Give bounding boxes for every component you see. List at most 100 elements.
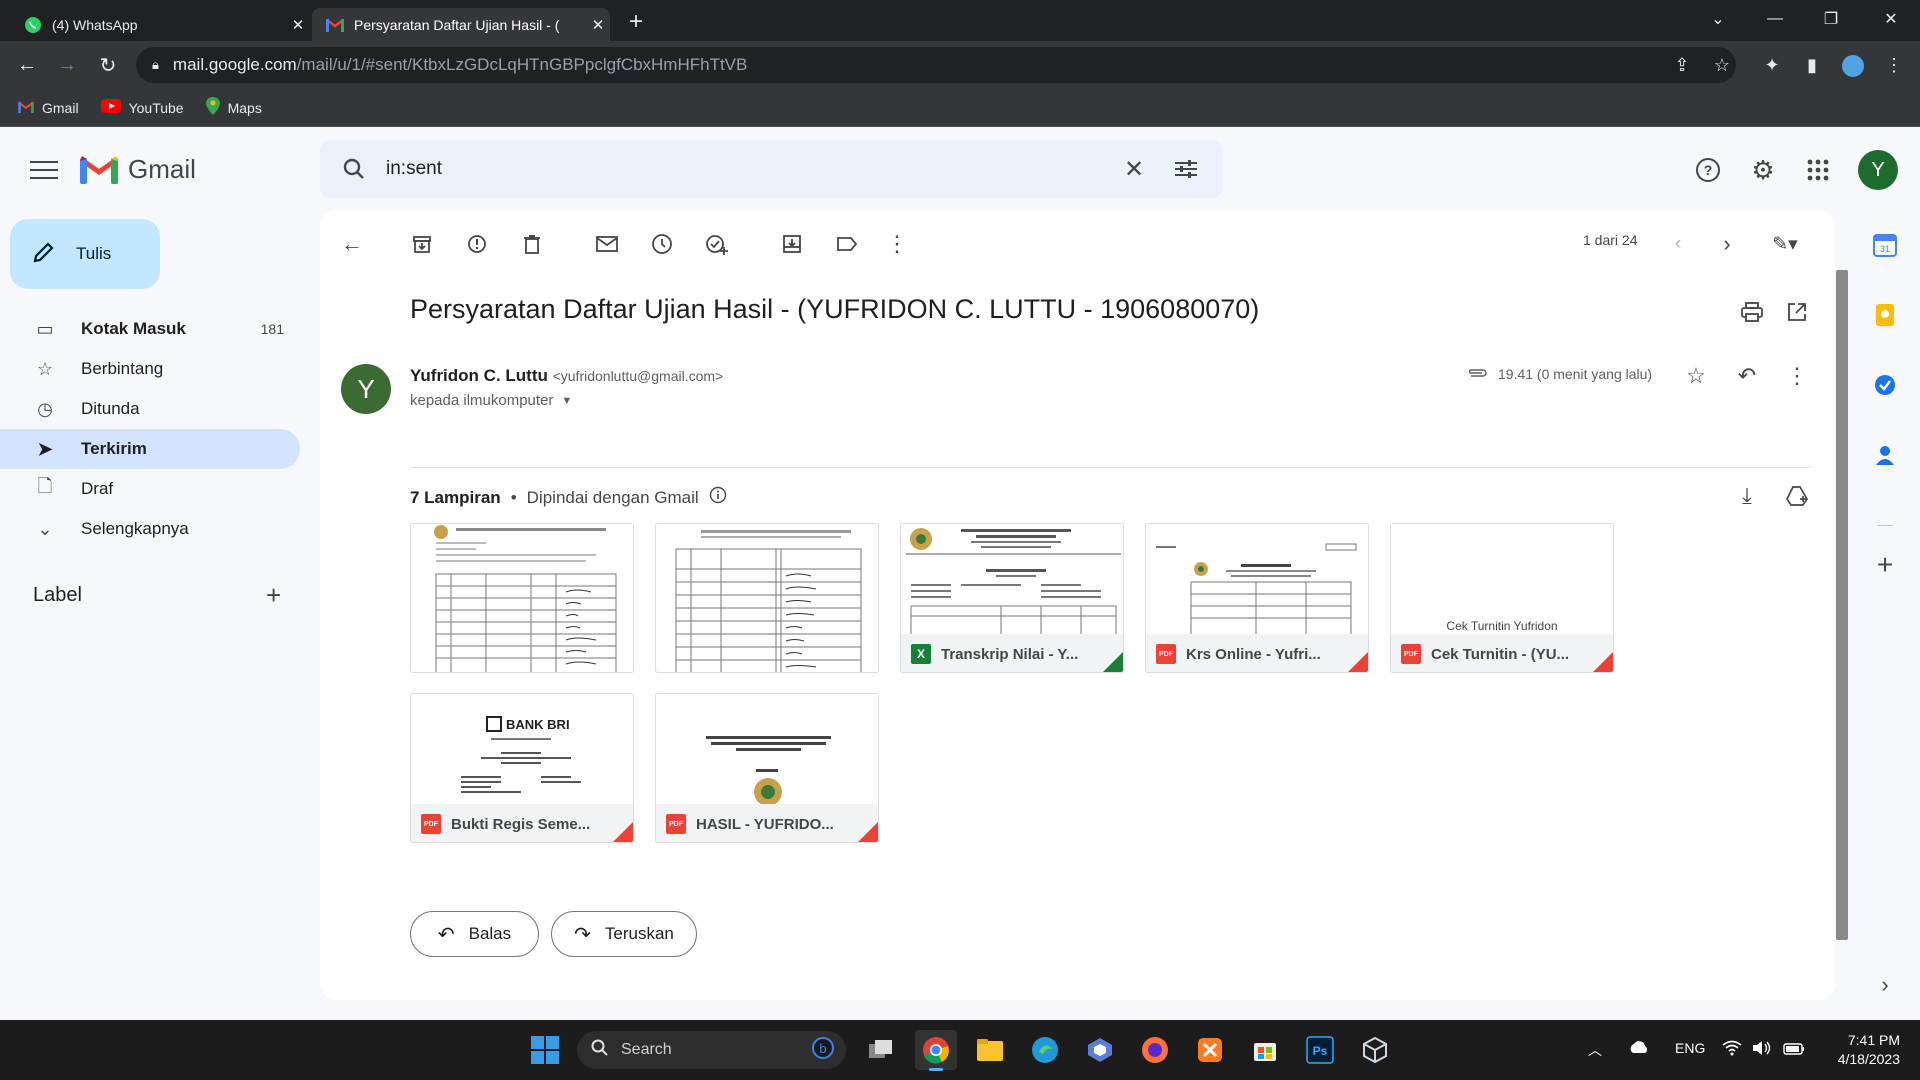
onedrive-icon[interactable] [1628, 1040, 1650, 1059]
calendar-icon[interactable]: 31 [1870, 230, 1900, 260]
tasks-icon[interactable] [1870, 370, 1900, 400]
bookmark-youtube[interactable]: YouTube [100, 99, 184, 116]
save-to-drive-icon[interactable] [1779, 478, 1815, 514]
bookmark-star-icon[interactable]: ☆ [1704, 47, 1740, 83]
mark-unread-icon[interactable] [589, 226, 625, 262]
more-actions-icon[interactable]: ⋮ [879, 226, 915, 262]
newer-chevron-icon[interactable]: ‹ [1660, 226, 1696, 262]
store-icon[interactable] [1244, 1030, 1286, 1070]
sender-name[interactable]: Yufridon C. Luttu [410, 366, 548, 385]
maximize-button[interactable]: ❐ [1808, 0, 1854, 38]
language-indicator[interactable]: ENG [1675, 1040, 1705, 1056]
task-view-icon[interactable] [860, 1030, 902, 1070]
search-input[interactable]: in:sent [386, 158, 1114, 180]
search-options-icon[interactable] [1166, 149, 1206, 189]
photoshop-icon[interactable]: Ps [1299, 1030, 1341, 1070]
older-chevron-icon[interactable]: › [1709, 226, 1745, 262]
print-icon[interactable] [1734, 294, 1770, 330]
tab-whatsapp[interactable]: (4) WhatsApp ✕ [10, 8, 310, 41]
attachment-card[interactable]: PDF Krs Online - Yufri... [1145, 523, 1369, 673]
extensions-icon[interactable]: ✦ [1754, 47, 1790, 83]
windows-start-icon[interactable] [524, 1030, 566, 1070]
firefox-icon[interactable] [1134, 1030, 1176, 1070]
compose-button[interactable]: Tulis [10, 219, 160, 289]
forward-button[interactable]: ↷ Teruskan [551, 911, 697, 957]
recipient-details-icon[interactable]: ▼ [561, 395, 572, 407]
reply-button[interactable]: ↶ Balas [410, 911, 539, 957]
file-explorer-icon[interactable] [969, 1030, 1011, 1070]
back-to-list-icon[interactable]: ← [334, 226, 370, 262]
help-icon[interactable]: ? [1688, 150, 1728, 190]
forward-button[interactable]: → [49, 47, 85, 83]
settings-gear-icon[interactable]: ⚙ [1743, 150, 1783, 190]
more-options-icon[interactable]: ⋮ [1779, 358, 1815, 394]
star-icon[interactable]: ☆ [1678, 358, 1714, 394]
minimize-button[interactable]: — [1752, 0, 1798, 38]
side-panel-icon[interactable]: ▮ [1794, 47, 1830, 83]
taskbar-search[interactable]: Search b [577, 1031, 846, 1069]
nav-snoozed[interactable]: ◷ Ditunda [0, 389, 300, 429]
reload-button[interactable]: ↻ [90, 47, 126, 83]
tab-gmail[interactable]: Persyaratan Daftar Ujian Hasil - ( ✕ [312, 8, 610, 41]
profile-icon[interactable] [1842, 55, 1864, 77]
attachment-card[interactable]: Cek Turnitin Yufridon PDF Cek Turnitin -… [1390, 523, 1614, 673]
back-button[interactable]: ← [9, 47, 45, 83]
archive-icon[interactable] [404, 226, 440, 262]
input-tools-icon[interactable]: ✎▾ [1760, 226, 1810, 262]
battery-icon[interactable] [1783, 1042, 1805, 1060]
close-tab-icon[interactable]: ✕ [586, 16, 610, 34]
close-tab-icon[interactable]: ✕ [286, 16, 310, 34]
info-icon[interactable] [709, 486, 727, 509]
nav-more[interactable]: ⌄ Selengkapnya [0, 509, 300, 549]
volume-icon[interactable] [1752, 1040, 1772, 1061]
move-to-icon[interactable] [774, 226, 810, 262]
close-window-button[interactable]: ✕ [1868, 0, 1914, 38]
reply-icon[interactable]: ↶ [1729, 358, 1765, 394]
tab-search-icon[interactable]: ⌄ [1695, 0, 1741, 38]
keep-icon[interactable] [1870, 300, 1900, 330]
virtualbox-icon[interactable] [1354, 1030, 1396, 1070]
account-avatar[interactable]: Y [1858, 150, 1898, 190]
download-all-icon[interactable]: ⤓ [1729, 478, 1765, 514]
clock[interactable]: 7:41 PM 4/18/2023 [1820, 1031, 1900, 1069]
nav-inbox[interactable]: ▭ Kotak Masuk 181 [0, 309, 300, 349]
wifi-icon[interactable] [1722, 1040, 1742, 1061]
new-tab-button[interactable]: + [622, 8, 650, 36]
sender-avatar[interactable]: Y [341, 364, 391, 414]
nav-drafts[interactable]: 🗋︎ Draf [0, 469, 300, 509]
nav-sent[interactable]: ➤ Terkirim [0, 429, 300, 469]
add-label-icon[interactable]: + [266, 580, 281, 611]
open-new-window-icon[interactable] [1779, 294, 1815, 330]
apps-grid-icon[interactable] [1798, 150, 1838, 190]
attachment-card[interactable]: BANK BRI PDF Bukti Regis Seme... [410, 693, 634, 843]
edge-icon[interactable] [1024, 1030, 1066, 1070]
browser-menu-icon[interactable]: ⋮ [1876, 47, 1912, 83]
add-to-tasks-icon[interactable] [699, 226, 735, 262]
scrollbar-thumb[interactable] [1836, 270, 1848, 940]
copilot-icon[interactable] [1079, 1030, 1121, 1070]
gmail-logo[interactable]: Gmail [80, 154, 196, 185]
label-icon[interactable] [829, 226, 865, 262]
attachment-card[interactable] [655, 523, 879, 673]
bookmark-gmail[interactable]: Gmail [18, 100, 79, 116]
search-icon[interactable] [334, 149, 374, 189]
attachment-card[interactable]: X Transkrip Nilai - Y... [900, 523, 1124, 673]
clear-search-icon[interactable]: ✕ [1114, 149, 1154, 189]
expand-panel-icon[interactable]: › [1870, 970, 1900, 1000]
snooze-icon[interactable] [644, 226, 680, 262]
share-icon[interactable]: ⇪ [1664, 47, 1700, 83]
search-bar[interactable]: in:sent ✕ [320, 140, 1222, 198]
tray-overflow-icon[interactable]: ︿ [1588, 1040, 1602, 1060]
delete-icon[interactable] [514, 226, 550, 262]
chrome-taskbar-icon[interactable] [915, 1030, 957, 1070]
bookmark-maps[interactable]: Maps [205, 97, 262, 118]
xampp-icon[interactable] [1189, 1030, 1231, 1070]
report-spam-icon[interactable] [459, 226, 495, 262]
add-addon-icon[interactable]: + [1870, 549, 1900, 580]
recipient-line[interactable]: kepada ilmukomputer ▼ [410, 392, 572, 409]
address-bar[interactable]: 🔒︎ mail.google.com/mail/u/1/#sent/KtbxLz… [136, 47, 1736, 83]
attachment-card[interactable]: PDF HASIL - YUFRIDO... [655, 693, 879, 843]
attachment-card[interactable] [410, 523, 634, 673]
main-menu-icon[interactable] [28, 158, 60, 182]
nav-starred[interactable]: ☆ Berbintang [0, 349, 300, 389]
